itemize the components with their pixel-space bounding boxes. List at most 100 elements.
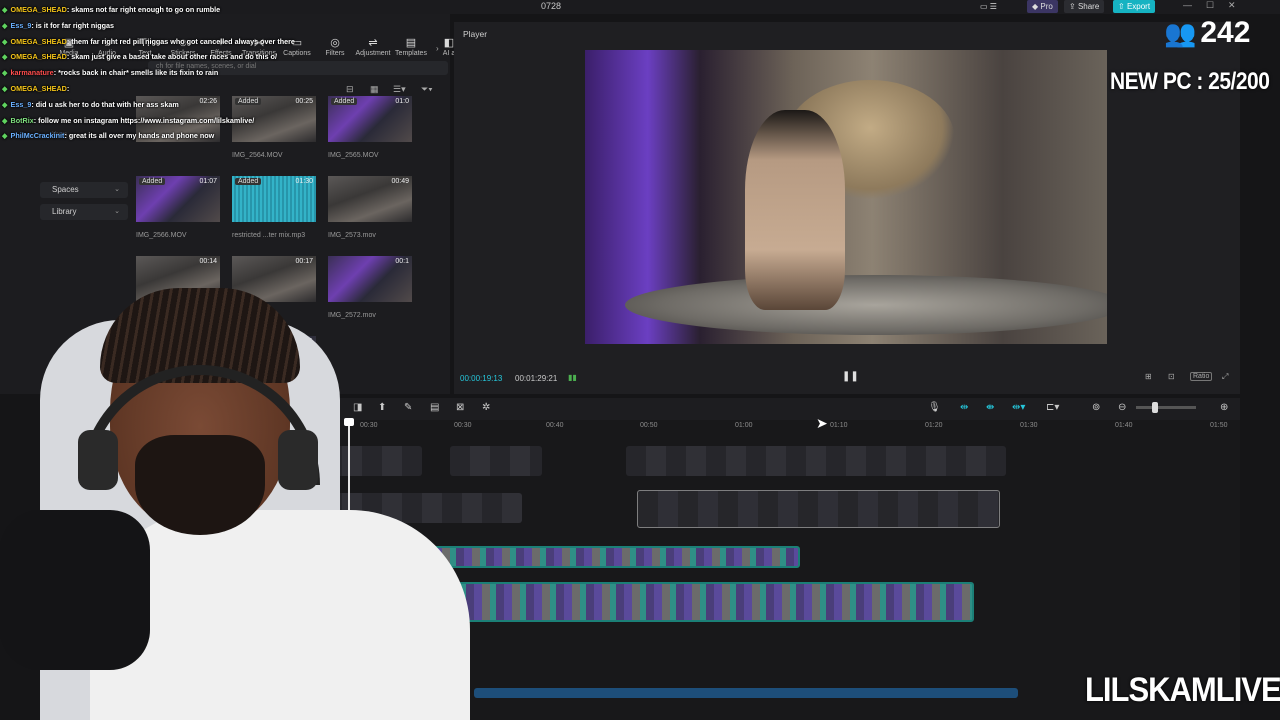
share-button[interactable]: ⇪ Share <box>1064 0 1105 13</box>
chat-text: : did u ask her to do that with her ass … <box>31 99 179 109</box>
mouse-cursor-icon: ➤ <box>816 415 828 431</box>
timeline-clip[interactable] <box>626 446 1006 476</box>
chat-badge-icon: ◆ <box>2 36 8 46</box>
chat-badge-icon: ◆ <box>2 83 8 93</box>
media-filename: restricted ...ter mix.mp3 <box>232 232 306 239</box>
ruler-tick-label: 01:10 <box>830 422 848 429</box>
media-filename: IMG_2564.MOV <box>232 152 283 159</box>
split-icon[interactable]: ✲ <box>482 402 490 413</box>
person-image <box>745 110 845 310</box>
chat-message: ◆ BotRix: follow me on instagram https://… <box>2 113 332 129</box>
audio-track-clip[interactable] <box>474 688 1018 698</box>
chat-username: OMEGA_SHEAD <box>10 36 67 46</box>
chat-badge-icon: ◆ <box>2 20 8 30</box>
chat-text: : follow me on instagram https://www.ins… <box>33 115 255 125</box>
media-filename: IMG_2573.mov <box>328 232 376 239</box>
media-duration: 00:14 <box>199 258 217 265</box>
magnet-icon[interactable]: ⇹ <box>960 402 968 413</box>
import-icon[interactable]: ⊟ <box>346 84 354 95</box>
chat-message: ◆ OMEGA_SHEAD: skam just give a based tak… <box>2 49 332 65</box>
side-nav: Spaces ⌄ Library ⌄ <box>40 182 128 226</box>
maximize-icon[interactable]: ☐ <box>1206 0 1214 11</box>
chat-badge-icon: ◆ <box>2 68 8 78</box>
close-icon[interactable]: ✕ <box>1228 0 1236 11</box>
filter-icon[interactable]: ⏷▾ <box>421 84 433 95</box>
zoom-in-icon[interactable]: ⊕ <box>1220 402 1228 413</box>
export-button[interactable]: ⇧ Export <box>1113 0 1156 13</box>
link-icon[interactable]: ⇼ <box>986 402 994 413</box>
ruler-tick-label: 01:00 <box>735 422 753 429</box>
media-duration: 00:1 <box>395 258 409 265</box>
spaces-button[interactable]: Spaces ⌄ <box>40 182 128 198</box>
added-badge: Added <box>331 98 358 105</box>
library-label: Library <box>52 207 77 216</box>
chat-badge-icon: ◆ <box>2 52 8 62</box>
export-icon: ⇧ <box>1118 2 1125 11</box>
viewer-count: 👥 242 <box>1164 16 1250 50</box>
media-item[interactable]: 00:49 IMG_2573.mov <box>328 176 412 240</box>
ruler-tick-label: 01:40 <box>1115 422 1133 429</box>
total-timecode: 00:01:29:21 <box>515 374 558 383</box>
tool-templates[interactable]: ▤ Templates <box>390 37 432 57</box>
snap-icon[interactable]: ⇹▾ <box>1012 402 1025 413</box>
ratio-button[interactable]: Ratio <box>1190 372 1213 381</box>
expand-icon[interactable]: ⤢ <box>1222 372 1228 382</box>
waveform-icon[interactable]: ▮▮ <box>568 373 577 382</box>
selected-timeline-clip[interactable] <box>637 490 1000 528</box>
sort-icon[interactable]: ☰▾ <box>393 84 406 95</box>
chat-text: : great its all over my hands and phone … <box>64 131 215 141</box>
pro-button[interactable]: ◆ Pro <box>1027 0 1058 13</box>
media-duration: 01:0 <box>395 98 409 105</box>
new-pc-goal: NEW PC : 25/200 <box>1110 68 1270 95</box>
chat-text: : is it for far right niggas <box>31 20 114 30</box>
microphone-icon[interactable]: 🎙 <box>928 402 941 413</box>
viewers-icon: 👥 <box>1164 18 1197 48</box>
media-item[interactable]: Added 01:07 IMG_2566.MOV <box>136 176 220 240</box>
chat-username: BotRix <box>10 115 34 125</box>
ruler-tick-label: 00:40 <box>546 422 564 429</box>
export-label: Export <box>1126 2 1151 11</box>
snapshot-icon[interactable]: ⊡ <box>1168 372 1175 381</box>
tool-adjustment[interactable]: ⇌ Adjustment <box>352 37 394 57</box>
share-label: Share <box>1077 2 1100 11</box>
chat-username: Ess_9 <box>10 20 32 30</box>
chevron-right-icon[interactable]: › <box>436 44 439 53</box>
thumbnail-icon[interactable]: ⊚ <box>1092 402 1100 413</box>
fullscreen-preview-icon[interactable]: ⊞ <box>1145 372 1152 381</box>
chat-badge-icon: ◆ <box>2 5 8 14</box>
chat-message: ◆ OMEGA_SHEAD: <box>2 81 332 97</box>
added-badge: Added <box>235 178 262 185</box>
chat-message: ◆ Ess_9: is it for far right niggas <box>2 18 332 34</box>
library-button[interactable]: Library ⌄ <box>40 204 128 220</box>
templates-icon: ▤ <box>405 37 417 49</box>
media-duration: 01:07 <box>199 178 217 185</box>
tool-label: Adjustment <box>355 50 391 57</box>
video-preview[interactable] <box>585 50 1107 344</box>
adjustment-icon: ⇌ <box>368 37 378 49</box>
zoom-slider-knob[interactable] <box>1152 402 1158 413</box>
pause-button[interactable]: ❚❚ <box>842 371 859 382</box>
media-item[interactable]: Added 01:0 IMG_2565.MOV <box>328 96 412 160</box>
chat-text: : skams not far right enough to go on ru… <box>66 5 221 14</box>
layout-icon[interactable]: ▭ ☰ <box>975 0 1002 13</box>
zoom-out-icon[interactable]: ⊖ <box>1118 402 1126 413</box>
ruler-tick-label: 01:30 <box>1020 422 1038 429</box>
chat-username: OMEGA_SHEAD <box>10 52 67 62</box>
ruler-tick-label: 01:20 <box>925 422 943 429</box>
zoom-slider[interactable] <box>1136 402 1196 413</box>
chat-username: OMEGA_SHEAD <box>10 83 67 93</box>
media-item[interactable]: Added 01:30 restricted ...ter mix.mp3 <box>232 176 316 240</box>
main-video-track-clip[interactable] <box>428 582 974 622</box>
media-filename: IMG_2566.MOV <box>136 232 187 239</box>
media-filename: IMG_2565.MOV <box>328 152 379 159</box>
chat-text: : *rocks back in chair* smells like its … <box>53 68 219 78</box>
chat-username: OMEGA_SHEAD <box>10 5 67 14</box>
grid-view-icon[interactable]: ▦ <box>370 84 379 95</box>
viewer-count-value: 242 <box>1200 16 1251 49</box>
chat-message: ◆ karmanature: *rocks back in chair* smel… <box>2 65 332 81</box>
chat-text: : them far right red pill niggas who got… <box>66 36 295 46</box>
preview-axis-icon[interactable]: ⊏▾ <box>1046 402 1059 413</box>
minimize-icon[interactable]: — <box>1183 0 1192 10</box>
headphone-cup-image <box>78 430 118 490</box>
chat-message: ◆ OMEGA_SHEAD: them far right red pill ni… <box>2 34 332 50</box>
